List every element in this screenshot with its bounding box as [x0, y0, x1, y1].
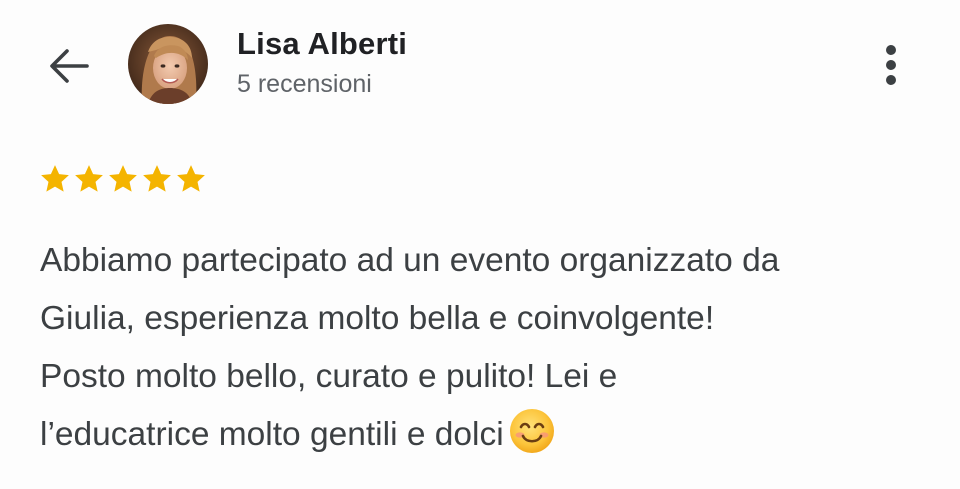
star-icon: [75, 165, 103, 192]
review-count[interactable]: 5 recensioni: [237, 70, 372, 99]
avatar[interactable]: [128, 24, 208, 104]
reviewer-name[interactable]: Lisa Alberti: [237, 26, 407, 62]
review-line-text: l’educatrice molto gentili e dolci: [40, 416, 504, 453]
back-button[interactable]: [42, 42, 94, 90]
star-icon: [109, 165, 137, 192]
star-rating: [38, 162, 208, 196]
user-avatar: [128, 24, 208, 104]
review-line-last: l’educatrice molto gentili e dolci: [40, 406, 940, 464]
review-header: Lisa Alberti 5 recensioni: [0, 0, 960, 130]
review-line: Abbiamo partecipato ad un evento organiz…: [40, 242, 780, 279]
smiling-face-emoji: [509, 409, 554, 453]
more-options-button[interactable]: [868, 36, 914, 94]
arrow-left-icon: [50, 49, 89, 83]
star-icon: [177, 165, 205, 192]
more-vert-icon: [886, 45, 896, 85]
review-line: Giulia, esperienza molto bella e coinvol…: [40, 300, 715, 337]
review-text: Abbiamo partecipato ad un evento organiz…: [40, 232, 940, 464]
review-line: Posto molto bello, curato e pulito! Lei …: [40, 358, 618, 395]
star-icon: [41, 165, 69, 192]
star-icon: [143, 165, 171, 192]
